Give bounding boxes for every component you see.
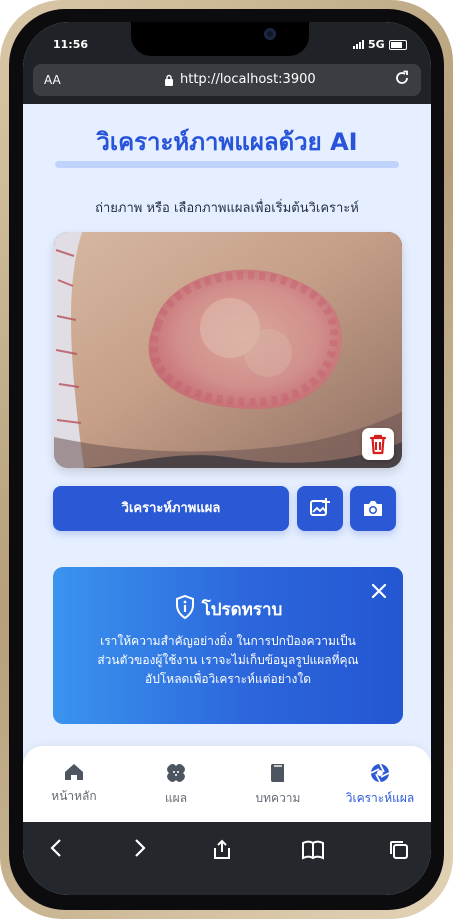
notice-body: เราให้ความสำคัญอย่างยิ่ง ในการปกป้องความ… xyxy=(77,632,379,689)
back-icon[interactable] xyxy=(47,838,67,858)
signal-icon xyxy=(353,40,364,49)
notch xyxy=(131,22,309,56)
status-bar: 11:56 5G xyxy=(23,22,431,64)
bookmarks-icon[interactable] xyxy=(300,838,326,862)
home-icon xyxy=(65,764,83,780)
notice-line-3: อัปโหลดเพื่อวิเคราะห์แต่อย่างใด xyxy=(145,672,311,686)
wound-photo-illustration xyxy=(54,232,402,468)
trash-icon xyxy=(369,434,387,455)
camera-aperture-icon xyxy=(370,763,390,783)
privacy-notice: โปรดทราบ เราให้ความสำคัญอย่างยิ่ง ในการป… xyxy=(53,567,403,724)
choose-image-button[interactable] xyxy=(297,486,343,531)
text-size-button[interactable]: AA xyxy=(44,73,61,87)
tab-analyze[interactable]: วิเคราะห์แผล xyxy=(329,762,431,808)
notice-title-row: โปรดทราบ xyxy=(53,594,403,625)
title-underline xyxy=(55,161,399,168)
page-title: วิเคราะห์ภาพแผลด้วย AI xyxy=(96,128,358,156)
notice-title: โปรดทราบ xyxy=(201,600,283,620)
close-icon[interactable] xyxy=(370,582,388,600)
forward-icon[interactable] xyxy=(129,838,149,858)
tab-home-label: หน้าหลัก xyxy=(51,789,97,803)
tab-wounds-label: แผล xyxy=(164,791,188,805)
reload-icon[interactable] xyxy=(393,69,411,87)
take-photo-button[interactable] xyxy=(350,486,396,531)
shield-info-icon xyxy=(174,594,196,625)
share-icon[interactable] xyxy=(210,838,234,862)
screen: 11:56 5G AA http://localhost:3900 วิเครา… xyxy=(23,22,431,895)
battery-icon xyxy=(388,39,407,50)
network-label: 5G xyxy=(368,38,385,51)
analyze-button[interactable]: วิเคราะห์ภาพแผล xyxy=(53,486,289,531)
status-time: 11:56 xyxy=(53,38,89,51)
page-subtitle: ถ่ายภาพ หรือ เลือกภาพแผลเพื่อเริ่มต้นวิเ… xyxy=(95,201,359,216)
page-content: วิเคราะห์ภาพแผลด้วย AI ถ่ายภาพ หรือ เลือ… xyxy=(23,104,431,768)
book-icon xyxy=(271,764,284,782)
notice-line-1: เราให้ความสำคัญอย่างยิ่ง ในการปกป้องความ… xyxy=(100,634,356,648)
address-bar[interactable]: AA http://localhost:3900 xyxy=(33,64,421,96)
add-photo-icon xyxy=(310,498,330,516)
front-camera xyxy=(264,28,276,40)
status-indicators: 5G xyxy=(353,38,407,51)
tab-wounds[interactable]: แผล xyxy=(125,762,227,808)
tab-articles[interactable]: บทความ xyxy=(227,762,329,808)
url-display[interactable]: http://localhost:3900 xyxy=(164,72,316,87)
tab-articles-label: บทความ xyxy=(255,791,301,805)
url-text: http://localhost:3900 xyxy=(180,72,316,87)
lock-icon xyxy=(165,74,173,86)
bottom-navigation: หน้าหลัก แผล บทความ วิเคราะห์แผล xyxy=(23,746,431,824)
browser-toolbar xyxy=(23,822,431,895)
bandage-icon xyxy=(167,764,185,782)
tabs-icon[interactable] xyxy=(387,838,411,862)
tab-analyze-label: วิเคราะห์แผล xyxy=(345,791,415,805)
tab-home[interactable]: หน้าหลัก xyxy=(23,762,125,806)
notice-line-2: ส่วนตัวของผู้ใช้งาน เราจะไม่เก็บข้อมูลรู… xyxy=(97,653,359,667)
delete-photo-button[interactable] xyxy=(362,428,394,460)
wound-photo xyxy=(54,232,402,468)
browser-address-area: AA http://localhost:3900 xyxy=(23,64,431,104)
camera-icon xyxy=(364,501,382,516)
